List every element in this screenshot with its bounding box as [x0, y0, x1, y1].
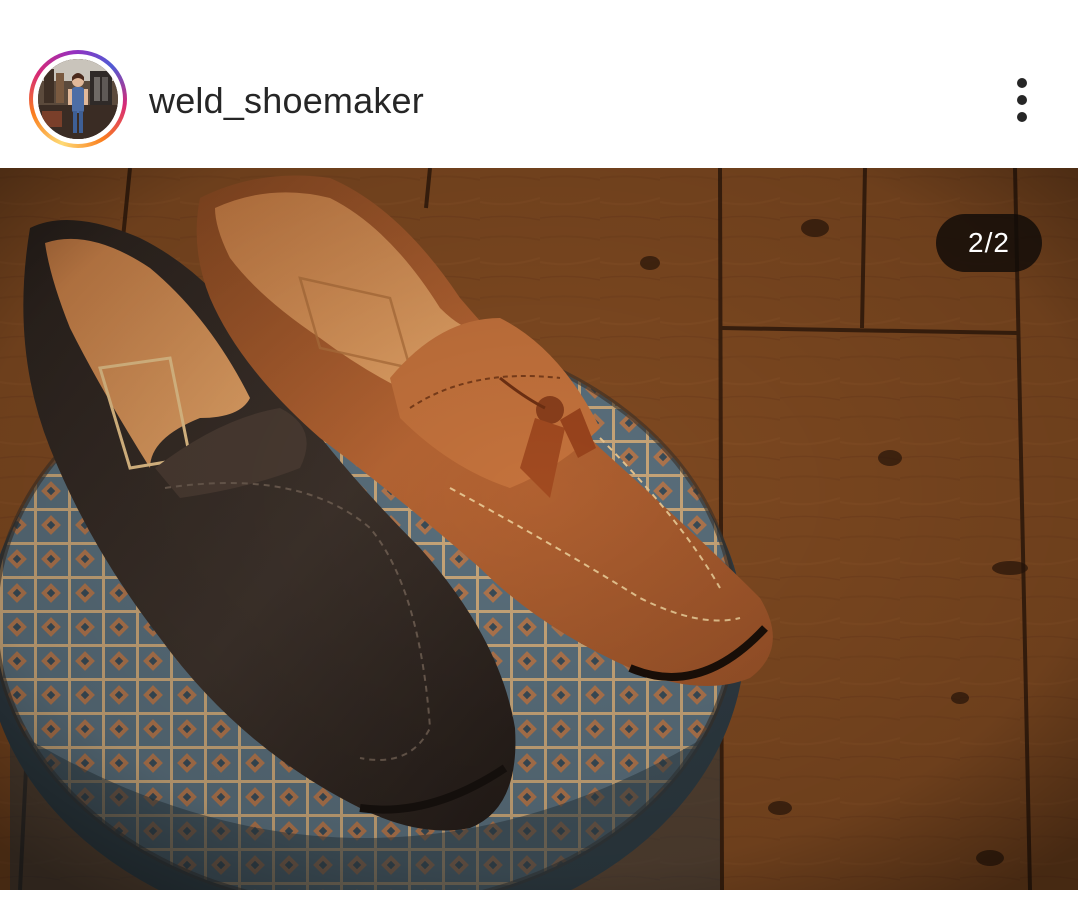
post-footer: [0, 890, 1078, 907]
story-ring-avatar[interactable]: [29, 50, 127, 148]
avatar-ring-gap: [33, 54, 123, 144]
more-options-button[interactable]: [1000, 74, 1044, 126]
more-vertical-icon: [1017, 78, 1027, 88]
more-vertical-icon-dot: [1017, 112, 1027, 122]
more-vertical-icon-dot: [1017, 95, 1027, 105]
username[interactable]: weld_shoemaker: [149, 79, 424, 123]
profile-photo-icon: [38, 59, 118, 139]
instagram-post: weld_shoemaker 2/2: [0, 0, 1078, 907]
suede-loafers-photo: [0, 168, 1078, 890]
post-image[interactable]: [0, 168, 1078, 890]
post-header: weld_shoemaker: [0, 0, 1078, 168]
carousel-counter: 2/2: [936, 214, 1042, 272]
avatar: [38, 59, 118, 139]
